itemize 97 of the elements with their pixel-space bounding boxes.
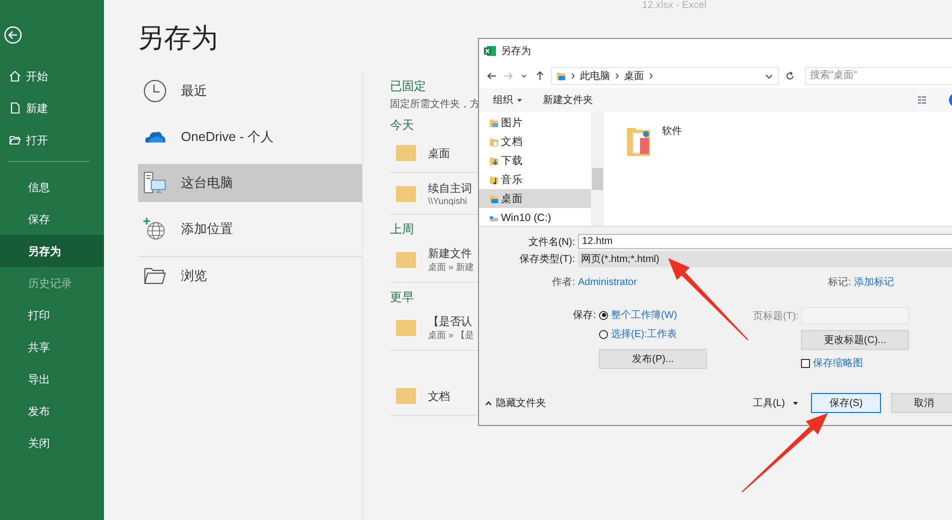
folder-name: 桌面: [428, 146, 450, 160]
sidebar-item[interactable]: 关闭: [0, 427, 104, 459]
author-link[interactable]: Administrator: [578, 276, 748, 288]
up-arrow-icon[interactable]: [535, 70, 545, 80]
breadcrumb-item[interactable]: 桌面: [624, 68, 644, 82]
section-heading: 今天: [390, 117, 414, 134]
pictures-folder-icon: [489, 118, 499, 128]
sidebar-item[interactable]: 信息: [0, 171, 104, 203]
chevron-icon: [615, 72, 619, 78]
folder-icon: [396, 186, 416, 202]
dialog-title: 另存为: [501, 44, 531, 58]
location-item[interactable]: 添加位置: [138, 210, 362, 248]
new-folder-button[interactable]: 新建文件夹: [542, 93, 593, 107]
tree-item[interactable]: 文档: [479, 132, 591, 151]
sidebar-item[interactable]: 打开: [0, 124, 104, 156]
publish-button[interactable]: 发布(P)...: [599, 349, 707, 369]
section-note: 固定所需文件夹，方: [390, 98, 480, 111]
hide-folders-button[interactable]: 隐藏文件夹: [485, 396, 546, 410]
folder-icon: [9, 134, 21, 146]
folder-name: 续自主词: [428, 182, 472, 196]
downloads-folder-icon: [489, 156, 499, 166]
address-bar[interactable]: 此电脑 桌面: [551, 66, 779, 84]
field-label: 文件名(N):: [527, 236, 576, 248]
back-icon[interactable]: [4, 26, 22, 44]
refresh-icon[interactable]: [785, 70, 795, 80]
tree-item[interactable]: 桌面: [479, 189, 591, 208]
checkbox-icon[interactable]: [801, 358, 810, 368]
back-arrow-icon[interactable]: [487, 70, 497, 80]
radio-icon[interactable]: [599, 310, 608, 320]
sidebar-item[interactable]: 新建: [0, 92, 104, 124]
caret-icon: [485, 400, 492, 406]
music-folder-icon: [489, 174, 499, 184]
sidebar-item[interactable]: 保存: [0, 203, 104, 235]
folder-icon: [396, 388, 416, 404]
folder-path: \\Yunqishi: [428, 196, 468, 206]
sidebar-item[interactable]: 共享: [0, 331, 104, 363]
field-label: 保存类型(T):: [518, 252, 576, 266]
organize-menu[interactable]: 组织: [493, 93, 523, 107]
computer-icon: [143, 171, 167, 195]
cancel-button[interactable]: 取消: [891, 393, 952, 413]
tree-item[interactable]: Win10 (C:): [479, 208, 591, 227]
section-heading: 已固定: [390, 78, 426, 95]
scrollbar[interactable]: [591, 112, 604, 226]
filename-field[interactable]: 12.htm: [578, 234, 952, 249]
folder-name: 文档: [428, 390, 450, 404]
caret-icon: [792, 400, 799, 406]
tree-item[interactable]: 下载: [479, 151, 591, 170]
location-item[interactable]: 这台电脑: [138, 164, 362, 202]
home-icon: [9, 70, 21, 82]
folder-icon: [556, 70, 566, 80]
spreadsheet-app-icon: [484, 45, 496, 57]
sidebar-item[interactable]: 另存为: [0, 235, 104, 267]
radio-option[interactable]: 选择(E):工作表: [599, 327, 707, 341]
page-title: 另存为: [137, 22, 218, 55]
radio-icon[interactable]: [599, 330, 608, 338]
section-heading: 更早: [390, 289, 414, 306]
section-heading: 上周: [390, 221, 414, 238]
folder-icon: [396, 320, 416, 336]
documents-folder-icon: [489, 136, 499, 146]
change-title-button[interactable]: 更改标题(C)...: [801, 330, 909, 350]
radio-option[interactable]: 整个工作簿(W): [599, 308, 707, 322]
sidebar-item[interactable]: 导出: [0, 363, 104, 395]
clock-icon: [143, 79, 167, 103]
location-item[interactable]: 最近: [138, 72, 362, 110]
chevron-icon: [571, 72, 575, 78]
tree-item[interactable]: 音乐: [479, 170, 591, 189]
field-label: 作者:: [551, 276, 576, 289]
file-name[interactable]: 软件: [662, 124, 682, 138]
location-item[interactable]: OneDrive - 个人: [138, 118, 362, 156]
view-options-icon[interactable]: [917, 95, 927, 105]
globe-icon: [143, 217, 167, 241]
breadcrumb-item[interactable]: 此电脑: [580, 68, 610, 82]
field-label: 标记:: [827, 276, 852, 289]
folder-name: 【是否认: [428, 314, 473, 329]
document-icon: [9, 102, 21, 114]
desktop-folder-icon: [489, 194, 499, 204]
chevron-icon: [649, 72, 653, 78]
save-button[interactable]: 保存(S): [811, 393, 881, 413]
folder-path: 桌面 » 【是: [428, 329, 474, 342]
caret-icon: [516, 98, 523, 103]
file-type-dropdown[interactable]: 网页(*.htm;*.html): [578, 250, 952, 266]
sidebar-item[interactable]: 开始: [0, 60, 104, 92]
tools-menu[interactable]: 工具(L): [752, 396, 799, 410]
search-field[interactable]: 搜索"桌面": [805, 66, 952, 84]
folder-name: 新建文件: [428, 246, 473, 261]
field-label: 保存:: [572, 309, 597, 322]
folder-path: 桌面 » 新建: [428, 261, 474, 274]
window-title: 12.xlsx - Excel: [642, 0, 706, 11]
sidebar-item[interactable]: 发布: [0, 395, 104, 427]
tags-link[interactable]: 添加标记: [854, 275, 952, 289]
thumbnail-checkbox[interactable]: 保存缩略图: [801, 356, 909, 370]
location-item[interactable]: 浏览: [138, 256, 362, 295]
tree-item[interactable]: 图片: [479, 113, 591, 132]
folder-icon: [396, 145, 416, 161]
sidebar-item[interactable]: 打印: [0, 299, 104, 331]
folder-icon: [396, 252, 416, 268]
field-label: 页标题(T):: [753, 310, 800, 322]
